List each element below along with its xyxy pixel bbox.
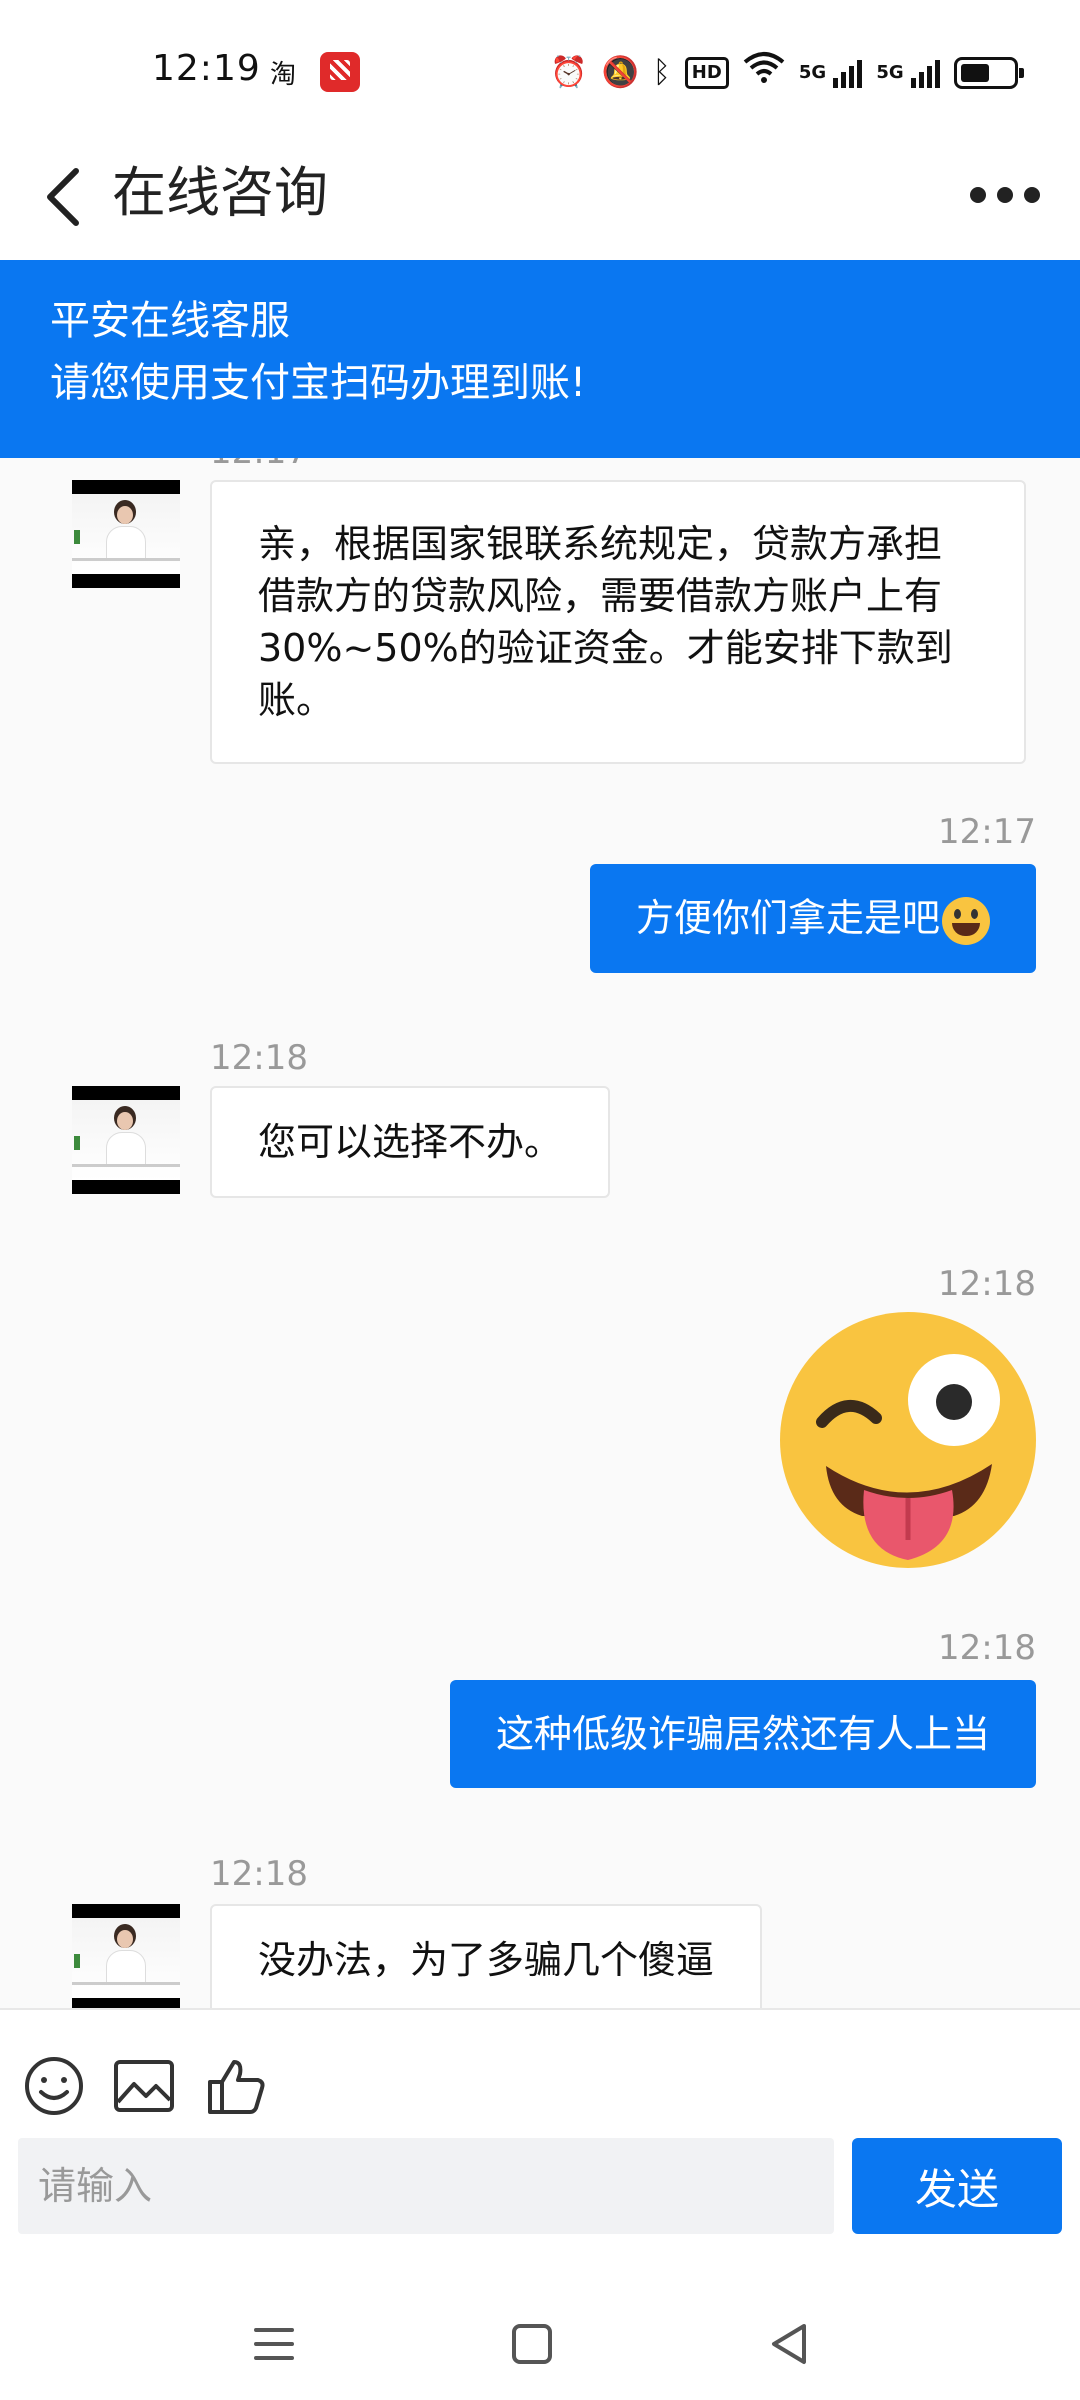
- message-bubble-sent[interactable]: 方便你们拿走是吧: [589, 864, 1036, 973]
- thumbs-up-icon[interactable]: [204, 2054, 268, 2118]
- system-navigation-bar: [0, 2288, 1080, 2400]
- notice-banner: 平安在线客服 请您使用支付宝扫码办理到账!: [0, 260, 1080, 458]
- message-bubble-sent[interactable]: 这种低级诈骗居然还有人上当: [449, 1680, 1036, 1788]
- alarm-icon: ⏰: [550, 54, 588, 90]
- mute-icon: 🔕: [601, 54, 639, 90]
- message-timestamp: 12:18: [938, 1628, 1036, 1668]
- battery-icon: [954, 56, 1024, 89]
- wifi-icon: [743, 50, 785, 95]
- composer: 发送: [0, 2008, 1080, 2288]
- menu-icon[interactable]: [242, 2312, 306, 2376]
- chat-area[interactable]: 12:17 亲，根据国家银联系统规定，贷款方承担借款方的贷款风险，需要借款方账户…: [0, 458, 1080, 2008]
- message-timestamp: 12:17: [938, 812, 1036, 852]
- winking-tongue-emoji-icon: [780, 1312, 1036, 1568]
- banner-line-1: 平安在线客服: [50, 298, 290, 344]
- emoji-icon[interactable]: [22, 2054, 86, 2118]
- signal-1-label: 5G: [798, 61, 827, 83]
- send-button[interactable]: 发送: [852, 2138, 1062, 2234]
- grinning-face-icon: [942, 896, 990, 945]
- message-timestamp: 12:18: [210, 1854, 308, 1894]
- bluetooth-icon: ᛒ: [652, 54, 671, 90]
- image-icon[interactable]: [112, 2054, 176, 2118]
- signal-2-label: 5G: [876, 61, 904, 83]
- home-icon[interactable]: [500, 2312, 564, 2376]
- status-bar: 12:19 淘 ⏰ 🔕 ᛒ HD 5G 5G: [0, 0, 1080, 135]
- more-dot-icon: [1024, 187, 1040, 203]
- agent-avatar[interactable]: [72, 480, 180, 588]
- more-dot-icon: [997, 187, 1013, 203]
- message-bubble-received[interactable]: 您可以选择不办。: [210, 1086, 611, 1198]
- page-title: 在线咨询: [112, 161, 328, 224]
- more-dot-icon: [970, 187, 986, 203]
- message-text: 方便你们拿走是吧: [635, 896, 940, 940]
- banner-line-2: 请您使用支付宝扫码办理到账!: [50, 360, 587, 406]
- message-bubble-received[interactable]: 亲，根据国家银联系统规定，贷款方承担借款方的贷款风险，需要借款方账户上有30%~…: [210, 480, 1026, 764]
- more-options-button[interactable]: [970, 175, 1040, 215]
- hd-icon: HD: [684, 56, 729, 89]
- signal-5g-icon-2: 5G: [876, 53, 940, 93]
- winking-face-with-tongue-sticker[interactable]: [778, 1310, 1038, 1570]
- chevron-left-icon: [47, 168, 79, 226]
- taobao-notification-icon: 淘: [270, 60, 297, 90]
- status-icons: ⏰ 🔕 ᛒ HD 5G 5G: [550, 50, 1024, 95]
- message-timestamp: 12:17: [210, 458, 308, 472]
- nav-bar: 在线咨询: [0, 135, 1080, 260]
- message-timestamp: 12:18: [938, 1264, 1036, 1304]
- signal-5g-icon-1: 5G: [799, 53, 863, 93]
- back-triangle-icon[interactable]: [758, 2312, 822, 2376]
- message-input[interactable]: [18, 2138, 834, 2234]
- message-bubble-received[interactable]: 没办法，为了多骗几个傻逼: [210, 1904, 763, 2008]
- message-timestamp: 12:18: [210, 1038, 308, 1078]
- status-time: 12:19: [152, 48, 261, 89]
- app-notification-icon: [320, 52, 360, 92]
- agent-avatar[interactable]: [72, 1904, 180, 2008]
- back-button[interactable]: [32, 157, 102, 237]
- agent-avatar[interactable]: [72, 1086, 180, 1194]
